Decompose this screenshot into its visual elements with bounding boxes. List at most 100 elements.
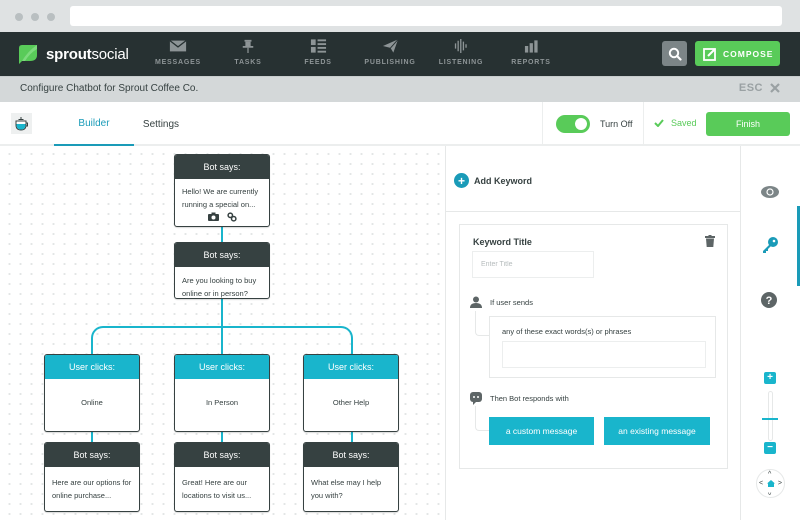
nav-label: MESSAGES	[154, 59, 202, 66]
bot-message-node[interactable]: Bot says: What else may I help you with?	[303, 442, 399, 512]
nav-label: LISTENING	[438, 59, 484, 66]
node-header: Bot says:	[45, 443, 139, 467]
node-text: Great! Here are our locations to visit u…	[182, 478, 252, 500]
nav-listening[interactable]: LISTENING	[426, 38, 496, 66]
node-header: Bot says:	[175, 443, 269, 467]
plus-circle-icon: +	[454, 173, 469, 188]
nav-label: FEEDS	[304, 59, 332, 66]
node-text: Hello! We are currently running a specia…	[182, 187, 259, 209]
paper-plane-icon	[382, 39, 398, 53]
search-button[interactable]	[662, 41, 687, 66]
toolbar-divider	[643, 102, 644, 144]
add-keyword-label: Add Keyword	[474, 175, 533, 186]
nav-publishing[interactable]: PUBLISHING	[355, 38, 425, 66]
browser-chrome	[0, 0, 800, 32]
custom-message-button[interactable]: a custom message	[489, 417, 594, 445]
window-dot-close[interactable]	[15, 13, 23, 21]
link-icon[interactable]	[226, 212, 237, 222]
nav-tasks[interactable]: TASKS	[213, 38, 283, 66]
node-text: Other Help	[332, 398, 370, 407]
page-title: Configure Chatbot for Sprout Coffee Co.	[20, 83, 199, 94]
user-click-node-online[interactable]: User clicks: Online	[44, 354, 140, 432]
bot-chat-icon	[470, 392, 482, 405]
keyword-title-input[interactable]	[472, 251, 594, 278]
address-bar[interactable]	[70, 6, 782, 26]
zoom-slider-track[interactable]	[768, 391, 773, 441]
bar-chart-icon	[524, 40, 538, 53]
if-user-sends-row: If user sends	[470, 296, 533, 308]
user-click-node-other-help[interactable]: User clicks: Other Help	[303, 354, 399, 432]
branch-connector	[91, 326, 353, 355]
nav-reports[interactable]: REPORTS	[496, 38, 566, 66]
pan-control[interactable]: ^ < > ^	[756, 469, 785, 498]
divider	[446, 211, 740, 212]
brand-name-light: social	[91, 45, 129, 63]
saved-status: Saved	[654, 118, 697, 128]
user-click-node-in-person[interactable]: User clicks: In Person	[174, 354, 270, 432]
bot-responds-row: Then Bot responds with	[470, 392, 569, 405]
pan-up-icon[interactable]: ^	[768, 471, 771, 478]
pan-left-icon[interactable]: <	[759, 480, 763, 487]
chatbot-active-toggle[interactable]	[556, 115, 590, 133]
keyword-title-label: Keyword Title	[473, 237, 532, 247]
soundwave-icon	[454, 39, 467, 53]
bot-message-node[interactable]: Bot says: Hello! We are currently runnin…	[174, 154, 270, 227]
bot-message-node[interactable]: Bot says: Here are our options for onlin…	[44, 442, 140, 512]
bot-responds-label: Then Bot responds with	[490, 394, 569, 403]
pan-right-icon[interactable]: >	[778, 480, 782, 487]
connector-elbow	[475, 406, 489, 431]
node-header: Bot says:	[175, 155, 269, 179]
home-icon[interactable]	[767, 480, 775, 487]
zoom-slider-handle[interactable]	[762, 418, 778, 420]
leaf-logo-icon	[19, 45, 37, 64]
zoom-out-button[interactable]: −	[764, 442, 776, 454]
help-icon[interactable]: ?	[761, 292, 777, 308]
keyword-card: Keyword Title If user sends any of these…	[459, 224, 728, 469]
node-header: User clicks:	[304, 355, 398, 379]
bot-message-node[interactable]: Bot says: Are you looking to buy online …	[174, 242, 270, 299]
finish-button[interactable]: Finish	[706, 112, 790, 136]
user-icon	[470, 296, 482, 308]
eye-icon[interactable]	[761, 186, 779, 198]
node-header: User clicks:	[175, 355, 269, 379]
node-text: Are you looking to buy online or in pers…	[182, 276, 257, 298]
coffee-cup-icon	[15, 116, 28, 131]
pan-down-icon[interactable]: ^	[768, 488, 771, 495]
saved-label: Saved	[671, 118, 697, 128]
phrase-input[interactable]	[502, 341, 706, 368]
keyword-panel: + Add Keyword Keyword Title If user send…	[445, 146, 741, 520]
sprout-social-logo[interactable]: sproutsocial	[18, 42, 129, 66]
checkmark-icon	[654, 119, 664, 127]
add-keyword-button[interactable]: + Add Keyword	[454, 173, 532, 188]
window-dot-minimize[interactable]	[31, 13, 39, 21]
bot-message-node[interactable]: Bot says: Great! Here are our locations …	[174, 442, 270, 512]
compose-button[interactable]: COMPOSE	[695, 41, 780, 66]
tab-builder[interactable]: Builder	[54, 102, 134, 146]
configure-header: Configure Chatbot for Sprout Coffee Co. …	[0, 76, 800, 102]
existing-message-button[interactable]: an existing message	[604, 417, 710, 445]
zoom-in-button[interactable]: +	[764, 372, 776, 384]
brand-name-bold: sprout	[46, 45, 92, 63]
node-header: Bot says:	[304, 443, 398, 467]
nav-label: TASKS	[234, 59, 262, 66]
svg-text:?: ?	[766, 295, 773, 307]
window-dot-maximize[interactable]	[47, 13, 55, 21]
phrase-label: any of these exact words(s) or phrases	[502, 327, 632, 336]
nav-messages[interactable]: MESSAGES	[143, 38, 213, 66]
node-text: Online	[81, 398, 103, 407]
esc-close-button[interactable]: ESC	[739, 82, 780, 94]
compose-label: COMPOSE	[723, 48, 774, 59]
node-header: Bot says:	[175, 243, 269, 267]
flow-canvas[interactable]: Bot says: Hello! We are currently runnin…	[0, 146, 445, 520]
close-icon	[770, 83, 780, 93]
trash-icon[interactable]	[705, 235, 715, 247]
node-text: In Person	[205, 398, 239, 407]
nav-feeds[interactable]: FEEDS	[283, 38, 353, 66]
toolbar-divider	[542, 102, 543, 144]
key-icon[interactable]	[761, 236, 779, 254]
connector-elbow	[475, 311, 489, 336]
tab-settings[interactable]: Settings	[134, 102, 188, 146]
phrase-box: any of these exact words(s) or phrases	[489, 316, 716, 378]
coffee-cup-avatar	[11, 113, 32, 134]
camera-icon[interactable]	[207, 212, 219, 221]
